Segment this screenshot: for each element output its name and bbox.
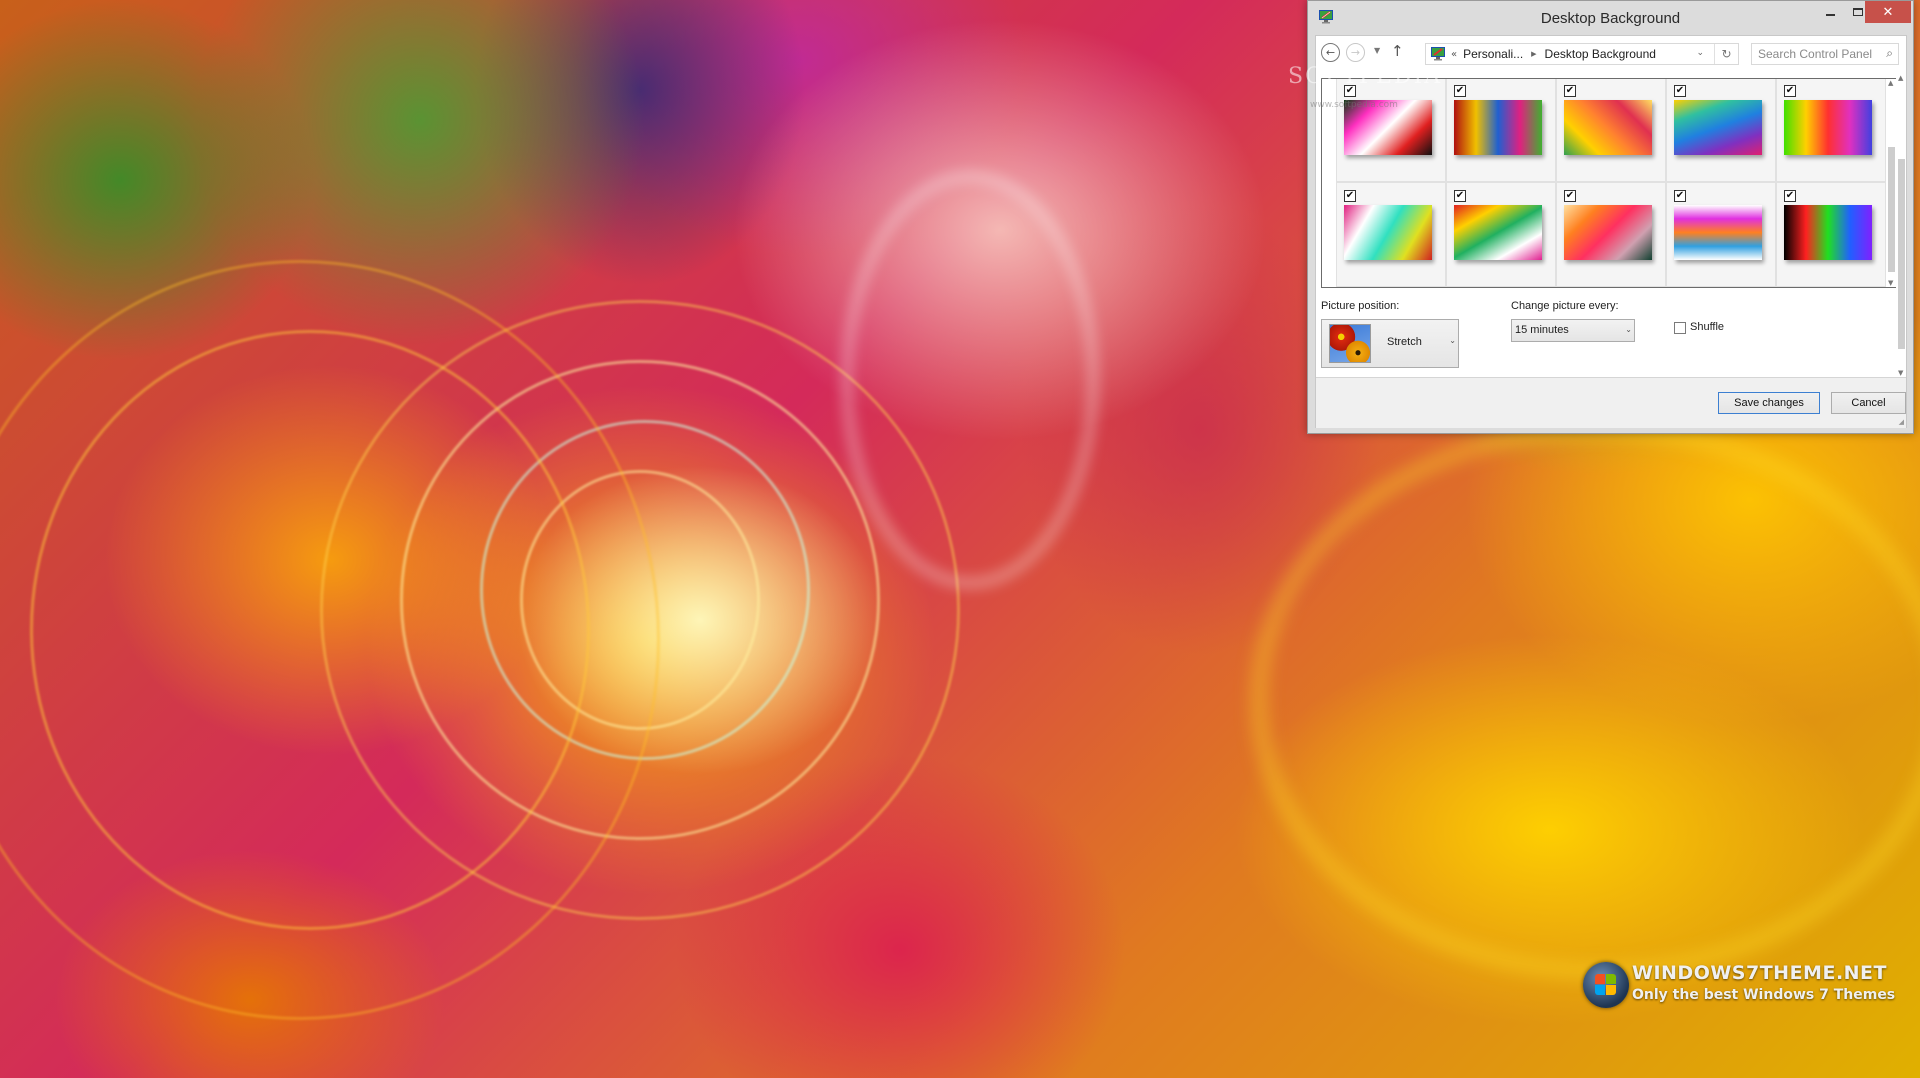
thumbnail-checkbox[interactable]: ✔ <box>1564 190 1576 202</box>
maximize-icon <box>1853 8 1863 16</box>
site-watermark-title: WINDOWS7THEME.NET <box>1632 962 1887 984</box>
minimize-button[interactable] <box>1816 1 1844 23</box>
change-picture-interval-dropdown[interactable]: 15 minutes ⌄ <box>1511 319 1635 342</box>
scrollbar-thumb[interactable] <box>1898 159 1905 349</box>
wallpaper-thumbnail-item[interactable]: ✔ <box>1556 79 1666 182</box>
shuffle-label[interactable]: Shuffle <box>1690 321 1724 333</box>
page-scrollbar[interactable]: ▲ ▼ <box>1896 74 1906 377</box>
back-button[interactable]: ← <box>1321 43 1340 62</box>
wallpaper-thumbnail-item[interactable]: ✔ <box>1446 182 1556 287</box>
minimize-icon <box>1825 14 1835 16</box>
scroll-down-icon[interactable]: ▼ <box>1898 369 1903 377</box>
chevron-down-icon: ⌄ <box>1449 336 1456 345</box>
wallpaper-thumbnail-light-swirl[interactable] <box>1564 100 1652 155</box>
thumbnail-checkbox[interactable]: ✔ <box>1784 85 1796 97</box>
scroll-up-icon[interactable]: ▲ <box>1888 79 1893 87</box>
scroll-up-icon[interactable]: ▲ <box>1898 74 1903 82</box>
shuffle-checkbox[interactable] <box>1674 322 1686 334</box>
thumbnail-checkbox[interactable]: ✔ <box>1344 85 1356 97</box>
windows-logo-icon <box>1583 962 1629 1008</box>
forward-button[interactable]: → <box>1346 43 1365 62</box>
wallpaper-thumbnail-color-splash[interactable] <box>1674 205 1762 260</box>
change-picture-label: Change picture every: <box>1511 300 1619 312</box>
wallpaper-thumbnail-rainbow-waves[interactable] <box>1674 100 1762 155</box>
title-bar[interactable]: Desktop Background ✕ <box>1308 1 1913 35</box>
recent-locations-button[interactable]: ▼ <box>1374 46 1380 55</box>
close-icon: ✕ <box>1882 4 1894 20</box>
breadcrumb-desktop-background[interactable]: Desktop Background <box>1545 47 1656 61</box>
breadcrumb-overflow-button[interactable]: « <box>1451 49 1457 60</box>
wallpaper-swirl <box>840 170 1100 590</box>
scroll-down-icon[interactable]: ▼ <box>1888 279 1893 287</box>
wallpaper-thumbnail-item[interactable]: ✔ <box>1336 79 1446 182</box>
wallpaper-thumbnail-item[interactable]: ✔ <box>1776 79 1886 182</box>
resize-grip-icon[interactable]: ◢ <box>1899 418 1904 426</box>
thumbnail-checkbox[interactable]: ✔ <box>1564 85 1576 97</box>
up-button[interactable]: ↑ <box>1391 42 1404 60</box>
breadcrumb-separator-icon[interactable]: ▶ <box>1531 50 1536 58</box>
wallpaper-thumbnail-starburst[interactable] <box>1344 205 1432 260</box>
thumbnail-checkbox[interactable]: ✔ <box>1674 85 1686 97</box>
window-client-area: ← → ▼ ↑ « Personali... ▶ Desktop Backgro… <box>1315 35 1907 428</box>
up-arrow-icon: ↑ <box>1391 42 1404 60</box>
wallpaper-thumbnail-dark-spectrum[interactable] <box>1784 205 1872 260</box>
wallpaper-thumbnail-pixel-grid-gradient[interactable] <box>1564 205 1652 260</box>
desktop-background-window: Desktop Background ✕ ← → ▼ ↑ « Personali… <box>1307 0 1914 434</box>
thumbnail-checkbox[interactable]: ✔ <box>1454 190 1466 202</box>
picture-position-label: Picture position: <box>1321 300 1400 312</box>
chevron-down-icon: ▼ <box>1374 46 1381 55</box>
thumbnail-checkbox[interactable]: ✔ <box>1784 190 1796 202</box>
address-dropdown-icon[interactable]: ⌄ <box>1696 48 1704 58</box>
search-input[interactable]: Search Control Panel ⌕ <box>1751 43 1899 65</box>
chevron-down-icon: ⌄ <box>1625 325 1632 334</box>
control-panel-icon <box>1431 47 1445 61</box>
wallpaper-thumbnail-neon-light-waves[interactable] <box>1344 100 1432 155</box>
thumbnail-checkbox[interactable]: ✔ <box>1344 190 1356 202</box>
refresh-button[interactable]: ↻ <box>1714 44 1738 64</box>
change-picture-interval-value: 15 minutes <box>1515 324 1569 336</box>
picture-position-dropdown[interactable]: Stretch ⌄ <box>1321 319 1459 368</box>
close-button[interactable]: ✕ <box>1865 1 1911 23</box>
dialog-footer: Save changes Cancel ◢ <box>1316 377 1906 428</box>
wallpaper-thumbnail-list[interactable]: ✔ ✔ ✔ ✔ ✔ ✔ ✔ ✔ ✔ ✔ ▲ ▼ <box>1321 78 1898 288</box>
back-arrow-icon: ← <box>1325 46 1336 59</box>
wallpaper-swirl <box>1250 420 1920 980</box>
search-icon[interactable]: ⌕ <box>1886 46 1893 61</box>
forward-arrow-icon: → <box>1350 46 1361 59</box>
wallpaper-thumbnail-spectrum-streaks[interactable] <box>1784 100 1872 155</box>
cancel-button[interactable]: Cancel <box>1831 392 1906 414</box>
navigation-bar: ← → ▼ ↑ « Personali... ▶ Desktop Backgro… <box>1316 36 1906 74</box>
wallpaper-thumbnail-item[interactable]: ✔ <box>1336 182 1446 287</box>
thumbnail-grid: ✔ ✔ ✔ ✔ ✔ ✔ ✔ ✔ ✔ ✔ <box>1336 79 1886 287</box>
address-bar[interactable]: « Personali... ▶ Desktop Background ⌄ ↻ <box>1425 43 1739 65</box>
picture-position-value: Stretch <box>1387 336 1422 348</box>
thumbnail-checkbox[interactable]: ✔ <box>1674 190 1686 202</box>
thumbnail-checkbox[interactable]: ✔ <box>1454 85 1466 97</box>
breadcrumb-personalization[interactable]: Personali... <box>1463 47 1523 61</box>
site-watermark-tagline: Only the best Windows 7 Themes <box>1632 987 1896 1003</box>
wallpaper-thumbnail-rainbow-ribbon[interactable] <box>1454 205 1542 260</box>
wallpaper-thumbnail-item[interactable]: ✔ <box>1446 79 1556 182</box>
wallpaper-thumbnail-item[interactable]: ✔ <box>1776 182 1886 287</box>
picture-position-preview <box>1329 324 1371 363</box>
save-changes-button[interactable]: Save changes <box>1718 392 1820 414</box>
scrollbar-thumb[interactable] <box>1888 147 1895 272</box>
refresh-icon: ↻ <box>1721 47 1732 61</box>
wallpaper-thumbnail-item[interactable]: ✔ <box>1666 79 1776 182</box>
wallpaper-thumbnail-item[interactable]: ✔ <box>1666 182 1776 287</box>
search-placeholder: Search Control Panel <box>1758 47 1873 61</box>
wallpaper-thumbnail-item[interactable]: ✔ <box>1556 182 1666 287</box>
wallpaper-thumbnail-striped-wood-planks[interactable] <box>1454 100 1542 155</box>
